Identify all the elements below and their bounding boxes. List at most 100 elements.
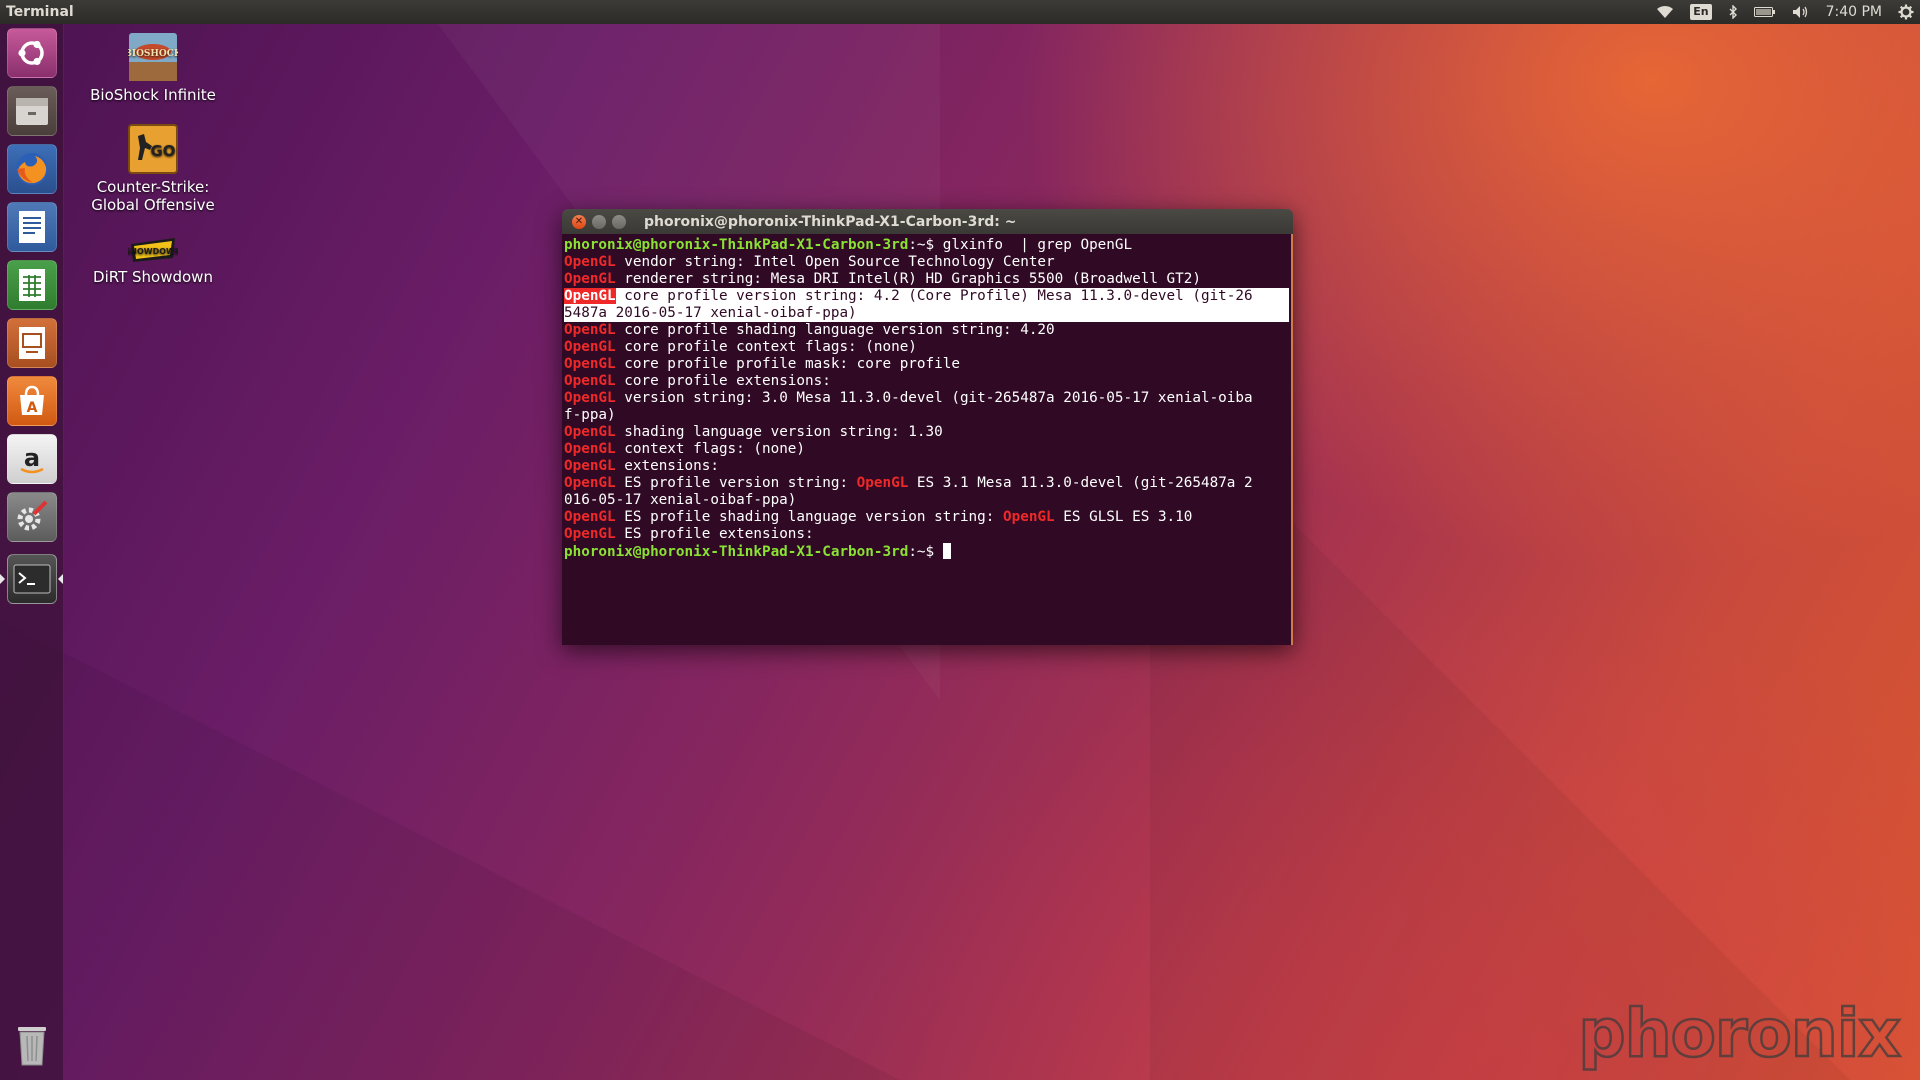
terminal-line: f-ppa) (564, 407, 1289, 424)
line-text: core profile version string: 4.2 (Core P… (615, 288, 1253, 304)
firefox-icon[interactable] (7, 144, 57, 194)
line-text: core profile shading language version st… (615, 322, 1055, 338)
bluetooth-icon[interactable] (1728, 5, 1738, 19)
terminal-line: OpenGL core profile context flags: (none… (564, 339, 1289, 356)
line-text: ES profile version string: (615, 475, 857, 491)
terminal-line: OpenGL core profile version string: 4.2 … (564, 288, 1289, 305)
keyword: OpenGL (564, 339, 616, 355)
phoronix-watermark: phoronix (1577, 994, 1902, 1074)
line-text: ES profile extensions: (615, 526, 814, 542)
line-text: core profile context flags: (none) (615, 339, 917, 355)
desktop-icon-csgo[interactable]: GO Counter-Strike: Global Offensive (83, 124, 223, 214)
desktop-icon-dirt-showdown[interactable]: SHOWDOWN DiRT Showdown (83, 234, 223, 286)
terminal-line: OpenGL core profile shading language ver… (564, 322, 1289, 339)
keyword: OpenGL (564, 288, 616, 304)
terminal-line: 016-05-17 xenial-oibaf-ppa) (564, 492, 1289, 509)
volume-icon[interactable] (1792, 5, 1810, 19)
keyword: OpenGL (1003, 509, 1055, 525)
svg-text:A: A (27, 400, 38, 416)
line-text: 5487a 2016-05-17 xenial-oibaf-ppa) (564, 305, 857, 321)
line-text: ES GLSL ES 3.10 (1054, 509, 1193, 525)
line-text: ES profile shading language version stri… (615, 509, 1003, 525)
command-text: glxinfo | grep OpenGL (942, 237, 1133, 253)
line-text: extensions: (615, 458, 719, 474)
terminal-output[interactable]: phoronix@phoronix-ThinkPad-X1-Carbon-3rd… (562, 234, 1293, 645)
terminal-line: OpenGL renderer string: Mesa DRI Intel(R… (564, 271, 1289, 288)
keyword: OpenGL (564, 373, 616, 389)
svg-text:a: a (24, 444, 40, 472)
libreoffice-calc-icon[interactable] (7, 260, 57, 310)
ubuntu-software-icon[interactable]: A (7, 376, 57, 426)
line-text: version string: 3.0 Mesa 11.3.0-devel (g… (615, 390, 1253, 406)
line-text: core profile profile mask: core profile (615, 356, 960, 372)
desktop-icon-label: BioShock Infinite (90, 86, 216, 104)
keyword: OpenGL (564, 271, 616, 287)
minimize-button[interactable] (592, 214, 606, 229)
keyword: OpenGL (564, 526, 616, 542)
wallpaper-facet (0, 620, 900, 1080)
libreoffice-writer-icon[interactable] (7, 202, 57, 252)
terminal-line: OpenGL context flags: (none) (564, 441, 1289, 458)
keyword: OpenGL (564, 356, 616, 372)
line-text: shading language version string: 1.30 (615, 424, 943, 440)
keyword: OpenGL (564, 441, 616, 457)
keyword: OpenGL (564, 424, 616, 440)
keyword: OpenGL (564, 254, 616, 270)
files-icon[interactable] (7, 86, 57, 136)
terminal-line: OpenGL ES profile extensions: (564, 526, 1289, 543)
maximize-button[interactable] (612, 214, 626, 229)
active-app-title: Terminal (6, 4, 74, 20)
line-text: f-ppa) (564, 407, 616, 423)
trash-icon[interactable] (7, 1020, 57, 1070)
terminal-line: OpenGL core profile profile mask: core p… (564, 356, 1289, 373)
line-text: context flags: (none) (615, 441, 806, 457)
desktop-icon-bioshock[interactable]: BIOSHOCK BioShock Infinite (83, 32, 223, 104)
wifi-icon[interactable] (1656, 5, 1674, 19)
terminal-line: 5487a 2016-05-17 xenial-oibaf-ppa) (564, 305, 1289, 322)
close-button[interactable]: ✕ (572, 214, 586, 229)
terminal-line: phoronix@phoronix-ThinkPad-X1-Carbon-3rd… (564, 237, 1289, 254)
selected-text[interactable]: OpenGL core profile version string: 4.2 … (564, 288, 1289, 322)
ubuntu-dash-icon[interactable] (7, 28, 57, 78)
line-text: renderer string: Mesa DRI Intel(R) HD Gr… (615, 271, 1201, 287)
terminal-line: OpenGL shading language version string: … (564, 424, 1289, 441)
system-settings-icon[interactable] (7, 492, 57, 542)
terminal-icon[interactable] (7, 554, 57, 604)
svg-text:SHOWDOWN: SHOWDOWN (128, 247, 178, 256)
svg-text:BIOSHOCK: BIOSHOCK (128, 49, 178, 59)
libreoffice-impress-icon[interactable] (7, 318, 57, 368)
line-text: vendor string: Intel Open Source Technol… (615, 254, 1055, 270)
prompt: phoronix@phoronix-ThinkPad-X1-Carbon-3rd (564, 237, 909, 253)
terminal-titlebar[interactable]: ✕ phoronix@phoronix-ThinkPad-X1-Carbon-3… (562, 209, 1293, 234)
amazon-icon[interactable]: a (7, 434, 57, 484)
terminal-line: OpenGL ES profile shading language versi… (564, 509, 1289, 526)
battery-icon[interactable] (1753, 6, 1776, 18)
keyword: OpenGL (564, 475, 616, 491)
keyboard-layout-indicator[interactable]: En (1690, 4, 1712, 20)
prompt-suffix: :~$ (908, 544, 943, 560)
active-indicator (0, 574, 5, 584)
line-text: 016-05-17 xenial-oibaf-ppa) (564, 492, 797, 508)
keyword: OpenGL (564, 322, 616, 338)
csgo-icon: GO (128, 124, 178, 174)
indicator-area: En 7:40 PM (1656, 0, 1914, 24)
dirt-showdown-icon: SHOWDOWN (124, 234, 182, 264)
launcher: A a (0, 24, 64, 1080)
top-panel: Terminal En 7:40 PM (0, 0, 1920, 24)
terminal-line: OpenGL extensions: (564, 458, 1289, 475)
gear-icon[interactable] (1898, 4, 1914, 20)
desktop-icon-label: Counter-Strike: (96, 178, 210, 196)
prompt-suffix: :~$ (908, 237, 943, 253)
terminal-window[interactable]: ✕ phoronix@phoronix-ThinkPad-X1-Carbon-3… (562, 209, 1293, 645)
clock[interactable]: 7:40 PM (1826, 4, 1882, 20)
line-text: core profile extensions: (615, 373, 831, 389)
text-cursor (942, 543, 951, 559)
terminal-line: OpenGL ES profile version string: OpenGL… (564, 475, 1289, 492)
line-text: ES 3.1 Mesa 11.3.0-devel (git-265487a 2 (908, 475, 1253, 491)
bioshock-icon: BIOSHOCK (124, 32, 183, 82)
active-indicator (58, 574, 63, 584)
terminal-line: OpenGL vendor string: Intel Open Source … (564, 254, 1289, 271)
terminal-line[interactable]: phoronix@phoronix-ThinkPad-X1-Carbon-3rd… (564, 543, 1289, 560)
keyword: OpenGL (564, 390, 616, 406)
desktop-icon-label: DiRT Showdown (93, 268, 213, 286)
